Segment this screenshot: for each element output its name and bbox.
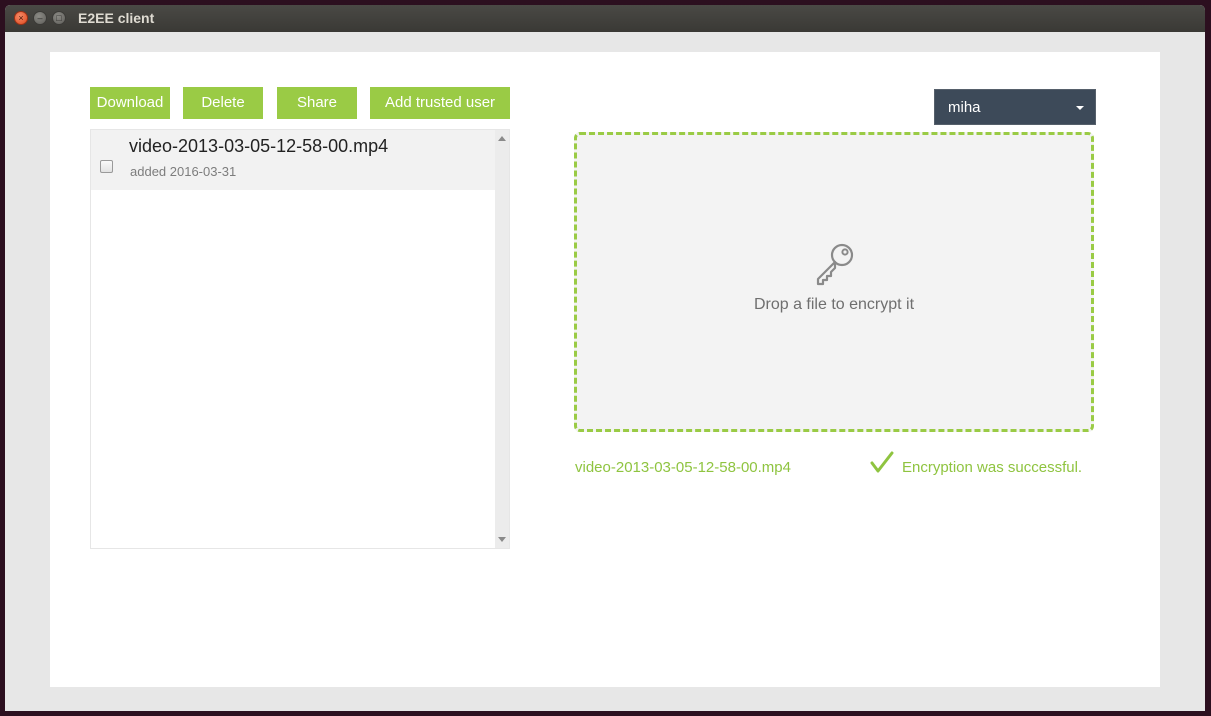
encrypted-file-name: video-2013-03-05-12-58-00.mp4 xyxy=(575,459,791,476)
main-panel: Download Delete Share Add trusted user v… xyxy=(50,52,1160,687)
user-select-value: miha xyxy=(948,99,981,116)
add-trusted-user-button[interactable]: Add trusted user xyxy=(370,87,510,119)
drop-zone-text: Drop a file to encrypt it xyxy=(753,296,915,313)
delete-button[interactable]: Delete xyxy=(183,87,263,119)
window-title: E2EE client xyxy=(78,10,155,26)
minimize-icon: – xyxy=(37,12,43,23)
encryption-status-message: Encryption was successful. xyxy=(902,459,1083,476)
window-maximize-button[interactable]: □ xyxy=(52,11,66,25)
download-button[interactable]: Download xyxy=(90,87,170,119)
file-added-date: added 2016-03-31 xyxy=(130,164,237,179)
file-list-item[interactable]: video-2013-03-05-12-58-00.mp4 added 2016… xyxy=(91,130,495,190)
window-minimize-button[interactable]: – xyxy=(33,11,47,25)
scroll-up-arrow-icon[interactable] xyxy=(498,136,506,141)
user-select[interactable]: miha xyxy=(934,89,1096,125)
file-name: video-2013-03-05-12-58-00.mp4 xyxy=(129,136,389,156)
file-list-scrollbar[interactable] xyxy=(495,130,509,548)
file-list[interactable]: video-2013-03-05-12-58-00.mp4 added 2016… xyxy=(90,129,510,549)
file-drop-zone[interactable]: Drop a file to encrypt it xyxy=(574,132,1094,432)
maximize-icon: □ xyxy=(56,12,62,23)
share-button[interactable]: Share xyxy=(277,87,357,119)
file-checkbox[interactable] xyxy=(100,160,113,173)
app-window: × – □ E2EE client Download Delete Share … xyxy=(5,5,1205,711)
close-icon: × xyxy=(18,12,24,23)
scroll-down-arrow-icon[interactable] xyxy=(498,537,506,542)
key-icon xyxy=(816,243,854,286)
title-bar: × – □ E2EE client xyxy=(5,5,1205,32)
checkmark-icon xyxy=(870,451,894,473)
chevron-down-icon xyxy=(1076,106,1084,110)
window-close-button[interactable]: × xyxy=(14,11,28,25)
